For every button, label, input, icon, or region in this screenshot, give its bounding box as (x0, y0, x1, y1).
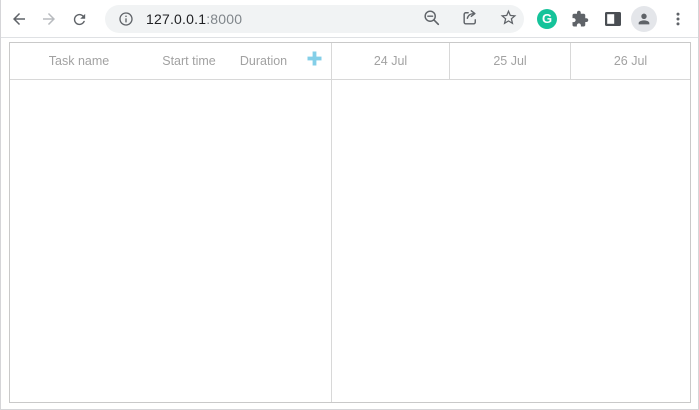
url-port: :8000 (206, 11, 243, 27)
plus-icon (307, 51, 322, 71)
scale-cell-25-jul: 25 Jul (450, 43, 571, 79)
share-button[interactable] (458, 7, 482, 31)
extensions-button[interactable] (566, 5, 594, 33)
browser-menu-button[interactable] (664, 5, 692, 33)
scale-cell-24-jul: 24 Jul (332, 43, 450, 79)
gantt-grid-body-empty (10, 80, 332, 402)
side-panel-icon (604, 10, 622, 28)
reload-icon (71, 11, 88, 28)
vertical-ellipsis-icon (669, 10, 687, 28)
browser-window: 127.0.0.1:8000 G Task name Start time Du… (0, 0, 699, 410)
url-text: 127.0.0.1:8000 (146, 11, 242, 27)
address-bar[interactable]: 127.0.0.1:8000 (105, 5, 524, 33)
gantt-body (10, 80, 690, 402)
browser-toolbar: 127.0.0.1:8000 G (1, 0, 698, 38)
gantt-timeline-body-empty (332, 80, 690, 402)
gantt-header: Task name Start time Duration 24 Jul 25 … (10, 43, 690, 80)
magnifier-minus-icon (423, 9, 441, 30)
page-content: Task name Start time Duration 24 Jul 25 … (1, 38, 698, 409)
url-host: 127.0.0.1 (146, 11, 207, 27)
back-button[interactable] (5, 5, 33, 33)
grammarly-icon: G (537, 9, 557, 29)
puzzle-piece-icon (571, 10, 589, 28)
forward-button[interactable] (35, 5, 63, 33)
forward-arrow-icon (40, 10, 58, 28)
gantt-grid-header: Task name Start time Duration (10, 43, 332, 79)
scale-cell-26-jul: 26 Jul (613, 54, 648, 68)
site-info-icon[interactable] (118, 11, 134, 27)
side-panel-button[interactable] (599, 5, 627, 33)
share-icon (461, 8, 480, 30)
bookmark-button[interactable] (496, 7, 520, 31)
reload-button[interactable] (65, 5, 93, 33)
column-header-task-name: Task name (48, 54, 110, 68)
zoom-indicator-button[interactable] (420, 7, 444, 31)
column-header-start-time: Start time (162, 54, 216, 68)
add-column-button[interactable] (297, 43, 331, 79)
gantt-chart: Task name Start time Duration 24 Jul 25 … (9, 42, 691, 403)
profile-button[interactable] (630, 5, 658, 33)
star-outline-icon (499, 8, 518, 30)
gantt-timeline-scale: 24 Jul 25 Jul 26 Jul (332, 43, 690, 79)
grammarly-extension-button[interactable]: G (533, 5, 561, 33)
profile-avatar-icon (631, 6, 657, 32)
back-arrow-icon (10, 10, 28, 28)
column-header-duration: Duration (239, 54, 288, 68)
